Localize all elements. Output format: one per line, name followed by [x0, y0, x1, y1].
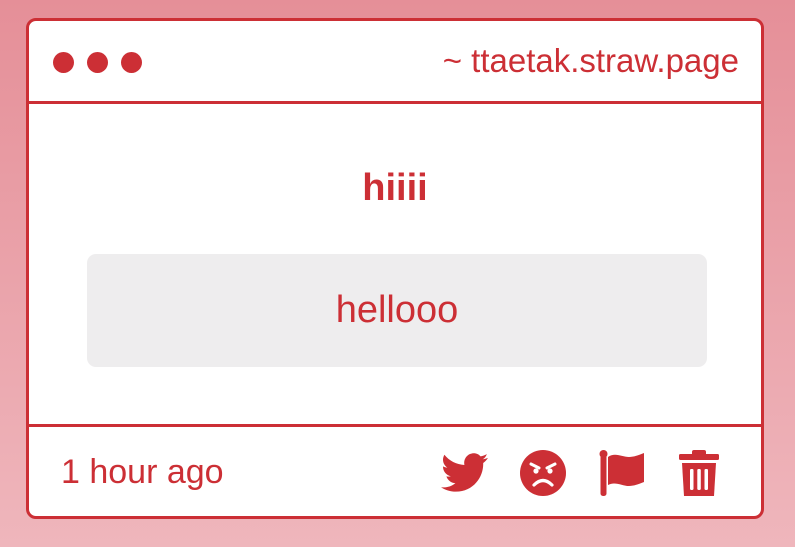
twitter-icon	[441, 453, 489, 492]
window-dot-1	[53, 52, 74, 73]
post-timestamp: 1 hour ago	[61, 453, 224, 491]
post-footer: 1 hour ago	[29, 424, 761, 516]
window-dot-3	[121, 52, 142, 73]
site-url[interactable]: ~ ttaetak.straw.page	[443, 41, 739, 81]
post-actions	[441, 450, 723, 496]
window-titlebar: ~ ttaetak.straw.page	[29, 21, 761, 104]
answer-text: hellooo	[335, 289, 459, 331]
answer-box: hellooo	[87, 254, 707, 367]
angry-face-icon	[520, 450, 566, 496]
post-content: hiiii hellooo	[29, 104, 761, 424]
react-angry-button[interactable]	[519, 450, 567, 496]
twitter-share-button[interactable]	[441, 450, 489, 496]
trash-icon	[679, 450, 719, 496]
question-text: hiiii	[362, 167, 428, 209]
window-dot-2	[87, 52, 108, 73]
window-controls	[53, 52, 142, 73]
delete-button[interactable]	[675, 450, 723, 496]
flag-icon	[599, 450, 644, 496]
post-card: ~ ttaetak.straw.page hiiii hellooo 1 hou…	[26, 18, 764, 519]
report-button[interactable]	[597, 450, 645, 496]
